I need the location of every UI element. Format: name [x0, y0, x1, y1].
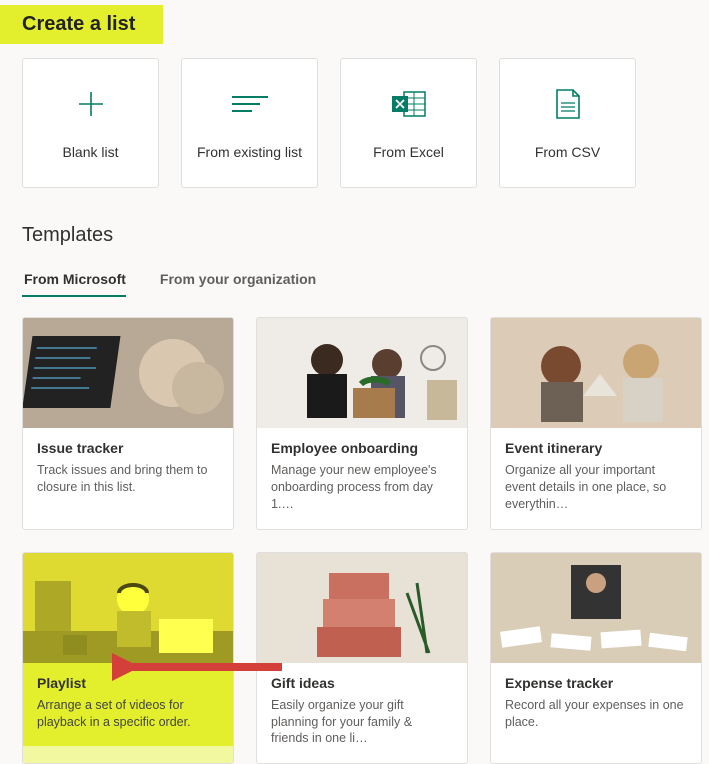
templates-heading: Templates: [22, 224, 709, 247]
create-from-excel[interactable]: From Excel: [340, 58, 477, 188]
template-employee-onboarding[interactable]: Employee onboarding Manage your new empl…: [256, 317, 468, 530]
template-name: Issue tracker: [37, 440, 219, 456]
template-gift-ideas[interactable]: Gift ideas Easily organize your gift pla…: [256, 552, 468, 764]
template-body: Playlist Arrange a set of videos for pla…: [23, 663, 233, 747]
templates-section: Templates From Microsoft From your organ…: [0, 188, 709, 764]
create-card-label: From Excel: [373, 144, 444, 160]
create-card-label: From CSV: [535, 144, 600, 160]
template-name: Expense tracker: [505, 675, 687, 691]
template-event-itinerary[interactable]: Event itinerary Organize all your import…: [490, 317, 702, 530]
template-desc: Manage your new employee's onboarding pr…: [271, 462, 453, 513]
list-icon: [232, 86, 268, 122]
create-list-page: Create a list Blank list From existing l…: [0, 0, 709, 764]
create-card-label: From existing list: [197, 144, 302, 160]
template-desc: Track issues and bring them to closure i…: [37, 462, 219, 496]
create-from-existing-list[interactable]: From existing list: [181, 58, 318, 188]
template-image: [23, 318, 233, 428]
templates-tabs: From Microsoft From your organization: [22, 271, 709, 297]
template-body: Event itinerary Organize all your import…: [491, 428, 701, 529]
create-from-csv[interactable]: From CSV: [499, 58, 636, 188]
template-desc: Arrange a set of videos for playback in …: [37, 697, 219, 731]
template-image: [491, 318, 701, 428]
template-body: Employee onboarding Manage your new empl…: [257, 428, 467, 529]
template-name: Gift ideas: [271, 675, 453, 691]
template-image: [257, 553, 467, 663]
template-name: Playlist: [37, 675, 219, 691]
template-desc: Record all your expenses in one place.: [505, 697, 687, 731]
templates-grid: Issue tracker Track issues and bring the…: [22, 317, 709, 764]
plus-icon: [76, 86, 106, 122]
excel-icon: [392, 86, 426, 122]
create-from-row: Blank list From existing list From Excel: [0, 58, 709, 188]
template-body: Gift ideas Easily organize your gift pla…: [257, 663, 467, 764]
create-blank-list[interactable]: Blank list: [22, 58, 159, 188]
template-name: Employee onboarding: [271, 440, 453, 456]
template-name: Event itinerary: [505, 440, 687, 456]
page-title: Create a list: [0, 5, 163, 44]
template-issue-tracker[interactable]: Issue tracker Track issues and bring the…: [22, 317, 234, 530]
template-image: [257, 318, 467, 428]
create-card-label: Blank list: [62, 144, 118, 160]
template-body: Issue tracker Track issues and bring the…: [23, 428, 233, 512]
template-body: Expense tracker Record all your expenses…: [491, 663, 701, 747]
template-desc: Easily organize your gift planning for y…: [271, 697, 453, 748]
tab-from-microsoft[interactable]: From Microsoft: [22, 271, 126, 297]
template-image: [491, 553, 701, 663]
template-image: [23, 553, 233, 663]
template-playlist[interactable]: Playlist Arrange a set of videos for pla…: [22, 552, 234, 764]
template-expense-tracker[interactable]: Expense tracker Record all your expenses…: [490, 552, 702, 764]
template-desc: Organize all your important event detail…: [505, 462, 687, 513]
tab-from-organization[interactable]: From your organization: [158, 271, 316, 297]
csv-icon: [555, 86, 581, 122]
